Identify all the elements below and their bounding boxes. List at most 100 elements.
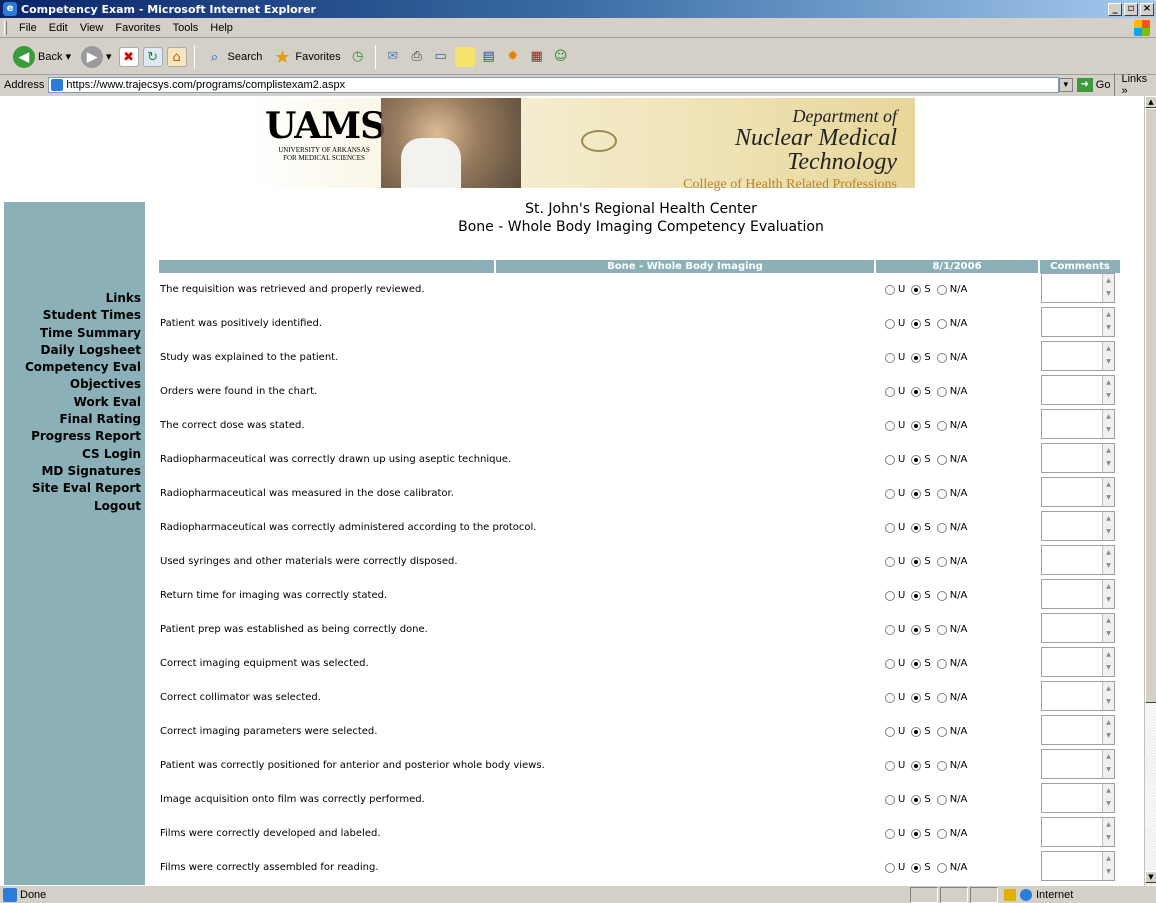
media-icon[interactable]: ▦	[527, 47, 547, 67]
address-dropdown-icon[interactable]: ▼	[1058, 78, 1073, 92]
nav-md-signatures[interactable]: MD Signatures	[4, 463, 145, 480]
radio-na[interactable]	[936, 862, 947, 873]
nav-time-summary[interactable]: Time Summary	[4, 325, 145, 342]
comment-textarea[interactable]: ▲ ▼	[1041, 545, 1115, 575]
radio-u[interactable]	[885, 794, 895, 805]
comment-textarea[interactable]: ▲ ▼	[1041, 341, 1115, 371]
nav-work-eval[interactable]: Work Eval	[4, 394, 145, 411]
nav-progress-report[interactable]: Progress Report	[4, 428, 145, 445]
minimize-button[interactable]: _	[1108, 2, 1122, 16]
radio-s[interactable]	[911, 284, 922, 295]
comment-scrollbar[interactable]: ▲ ▼	[1102, 546, 1114, 574]
comment-scrollbar[interactable]: ▲ ▼	[1102, 342, 1114, 370]
address-input[interactable]: https://www.trajecsys.com/programs/compl…	[48, 77, 1059, 93]
radio-na[interactable]	[936, 284, 947, 295]
radio-s[interactable]	[911, 386, 922, 397]
toolbar-grip[interactable]	[4, 20, 7, 35]
comment-textarea[interactable]: ▲ ▼	[1041, 307, 1115, 337]
radio-s[interactable]	[911, 760, 922, 771]
links-button[interactable]: Links »	[1114, 73, 1156, 97]
close-button[interactable]: ×	[1140, 2, 1154, 16]
radio-u[interactable]	[885, 420, 895, 431]
comment-scrollbar[interactable]: ▲ ▼	[1102, 308, 1114, 336]
radio-u[interactable]	[885, 318, 895, 329]
scroll-down-icon[interactable]: ▼	[1145, 871, 1156, 883]
radio-na[interactable]	[936, 352, 947, 363]
radio-s[interactable]	[911, 556, 922, 567]
comment-textarea[interactable]: ▲ ▼	[1041, 783, 1115, 813]
comment-scrollbar[interactable]: ▲ ▼	[1102, 614, 1114, 642]
comment-scrollbar[interactable]: ▲ ▼	[1102, 818, 1114, 846]
radio-na[interactable]	[936, 794, 947, 805]
radio-na[interactable]	[936, 522, 947, 533]
menu-favorites[interactable]: Favorites	[109, 22, 166, 34]
restore-button[interactable]: ▫	[1124, 2, 1138, 16]
menu-view[interactable]: View	[74, 22, 110, 34]
comment-scrollbar[interactable]: ▲ ▼	[1102, 478, 1114, 506]
comment-textarea[interactable]: ▲ ▼	[1041, 273, 1115, 303]
comment-textarea[interactable]: ▲ ▼	[1041, 817, 1115, 847]
radio-s[interactable]	[911, 794, 922, 805]
radio-u[interactable]	[885, 658, 895, 669]
comment-textarea[interactable]: ▲ ▼	[1041, 375, 1115, 405]
comment-textarea[interactable]: ▲ ▼	[1041, 749, 1115, 779]
radio-s[interactable]	[911, 726, 922, 737]
comment-scrollbar[interactable]: ▲ ▼	[1102, 716, 1114, 744]
scroll-up-icon[interactable]: ▲	[1145, 96, 1156, 108]
comment-textarea[interactable]: ▲ ▼	[1041, 851, 1115, 881]
radio-s[interactable]	[911, 862, 922, 873]
comment-scrollbar[interactable]: ▲ ▼	[1102, 750, 1114, 778]
nav-links[interactable]: Links	[4, 290, 145, 307]
radio-s[interactable]	[911, 590, 922, 601]
people-icon[interactable]: ☺	[551, 47, 571, 67]
comment-textarea[interactable]: ▲ ▼	[1041, 409, 1115, 439]
comment-textarea[interactable]: ▲ ▼	[1041, 443, 1115, 473]
comment-textarea[interactable]: ▲ ▼	[1041, 715, 1115, 745]
stop-icon[interactable]: ✖	[118, 46, 139, 67]
radio-u[interactable]	[885, 556, 895, 567]
radio-na[interactable]	[936, 386, 947, 397]
radio-u[interactable]	[885, 454, 895, 465]
nav-logout[interactable]: Logout	[4, 498, 145, 515]
comment-scrollbar[interactable]: ▲ ▼	[1102, 580, 1114, 608]
radio-u[interactable]	[885, 692, 895, 703]
home-icon[interactable]: ⌂	[166, 46, 187, 67]
radio-u[interactable]	[885, 488, 895, 499]
radio-u[interactable]	[885, 352, 895, 363]
comment-textarea[interactable]: ▲ ▼	[1041, 681, 1115, 711]
refresh-icon[interactable]: ↻	[142, 46, 163, 67]
radio-s[interactable]	[911, 658, 922, 669]
history-icon[interactable]: ◷	[348, 47, 368, 67]
nav-site-eval-report[interactable]: Site Eval Report	[4, 480, 145, 497]
comment-textarea[interactable]: ▲ ▼	[1041, 477, 1115, 507]
radio-na[interactable]	[936, 454, 947, 465]
radio-na[interactable]	[936, 590, 947, 601]
comment-scrollbar[interactable]: ▲ ▼	[1102, 376, 1114, 404]
nav-daily-logsheet[interactable]: Daily Logsheet	[4, 342, 145, 359]
radio-na[interactable]	[936, 318, 947, 329]
radio-s[interactable]	[911, 828, 922, 839]
vertical-scrollbar[interactable]: ▲ ▼	[1144, 96, 1156, 885]
comment-scrollbar[interactable]: ▲ ▼	[1102, 512, 1114, 540]
radio-na[interactable]	[936, 658, 947, 669]
radio-s[interactable]	[911, 454, 922, 465]
scroll-thumb[interactable]	[1145, 108, 1156, 703]
radio-u[interactable]	[885, 522, 895, 533]
mail-icon[interactable]: ✉	[383, 47, 403, 67]
radio-u[interactable]	[885, 284, 895, 295]
radio-s[interactable]	[911, 692, 922, 703]
radio-s[interactable]	[911, 624, 922, 635]
radio-na[interactable]	[936, 624, 947, 635]
comment-scrollbar[interactable]: ▲ ▼	[1102, 682, 1114, 710]
radio-u[interactable]	[885, 828, 895, 839]
forward-button[interactable]: ▶ ▾	[78, 44, 115, 70]
comment-textarea[interactable]: ▲ ▼	[1041, 613, 1115, 643]
radio-s[interactable]	[911, 420, 922, 431]
research-icon[interactable]: ▤	[479, 47, 499, 67]
radio-na[interactable]	[936, 420, 947, 431]
radio-u[interactable]	[885, 862, 895, 873]
nav-objectives[interactable]: Objectives	[4, 376, 145, 393]
radio-s[interactable]	[911, 488, 922, 499]
nav-final-rating[interactable]: Final Rating	[4, 411, 145, 428]
menu-tools[interactable]: Tools	[167, 22, 205, 34]
